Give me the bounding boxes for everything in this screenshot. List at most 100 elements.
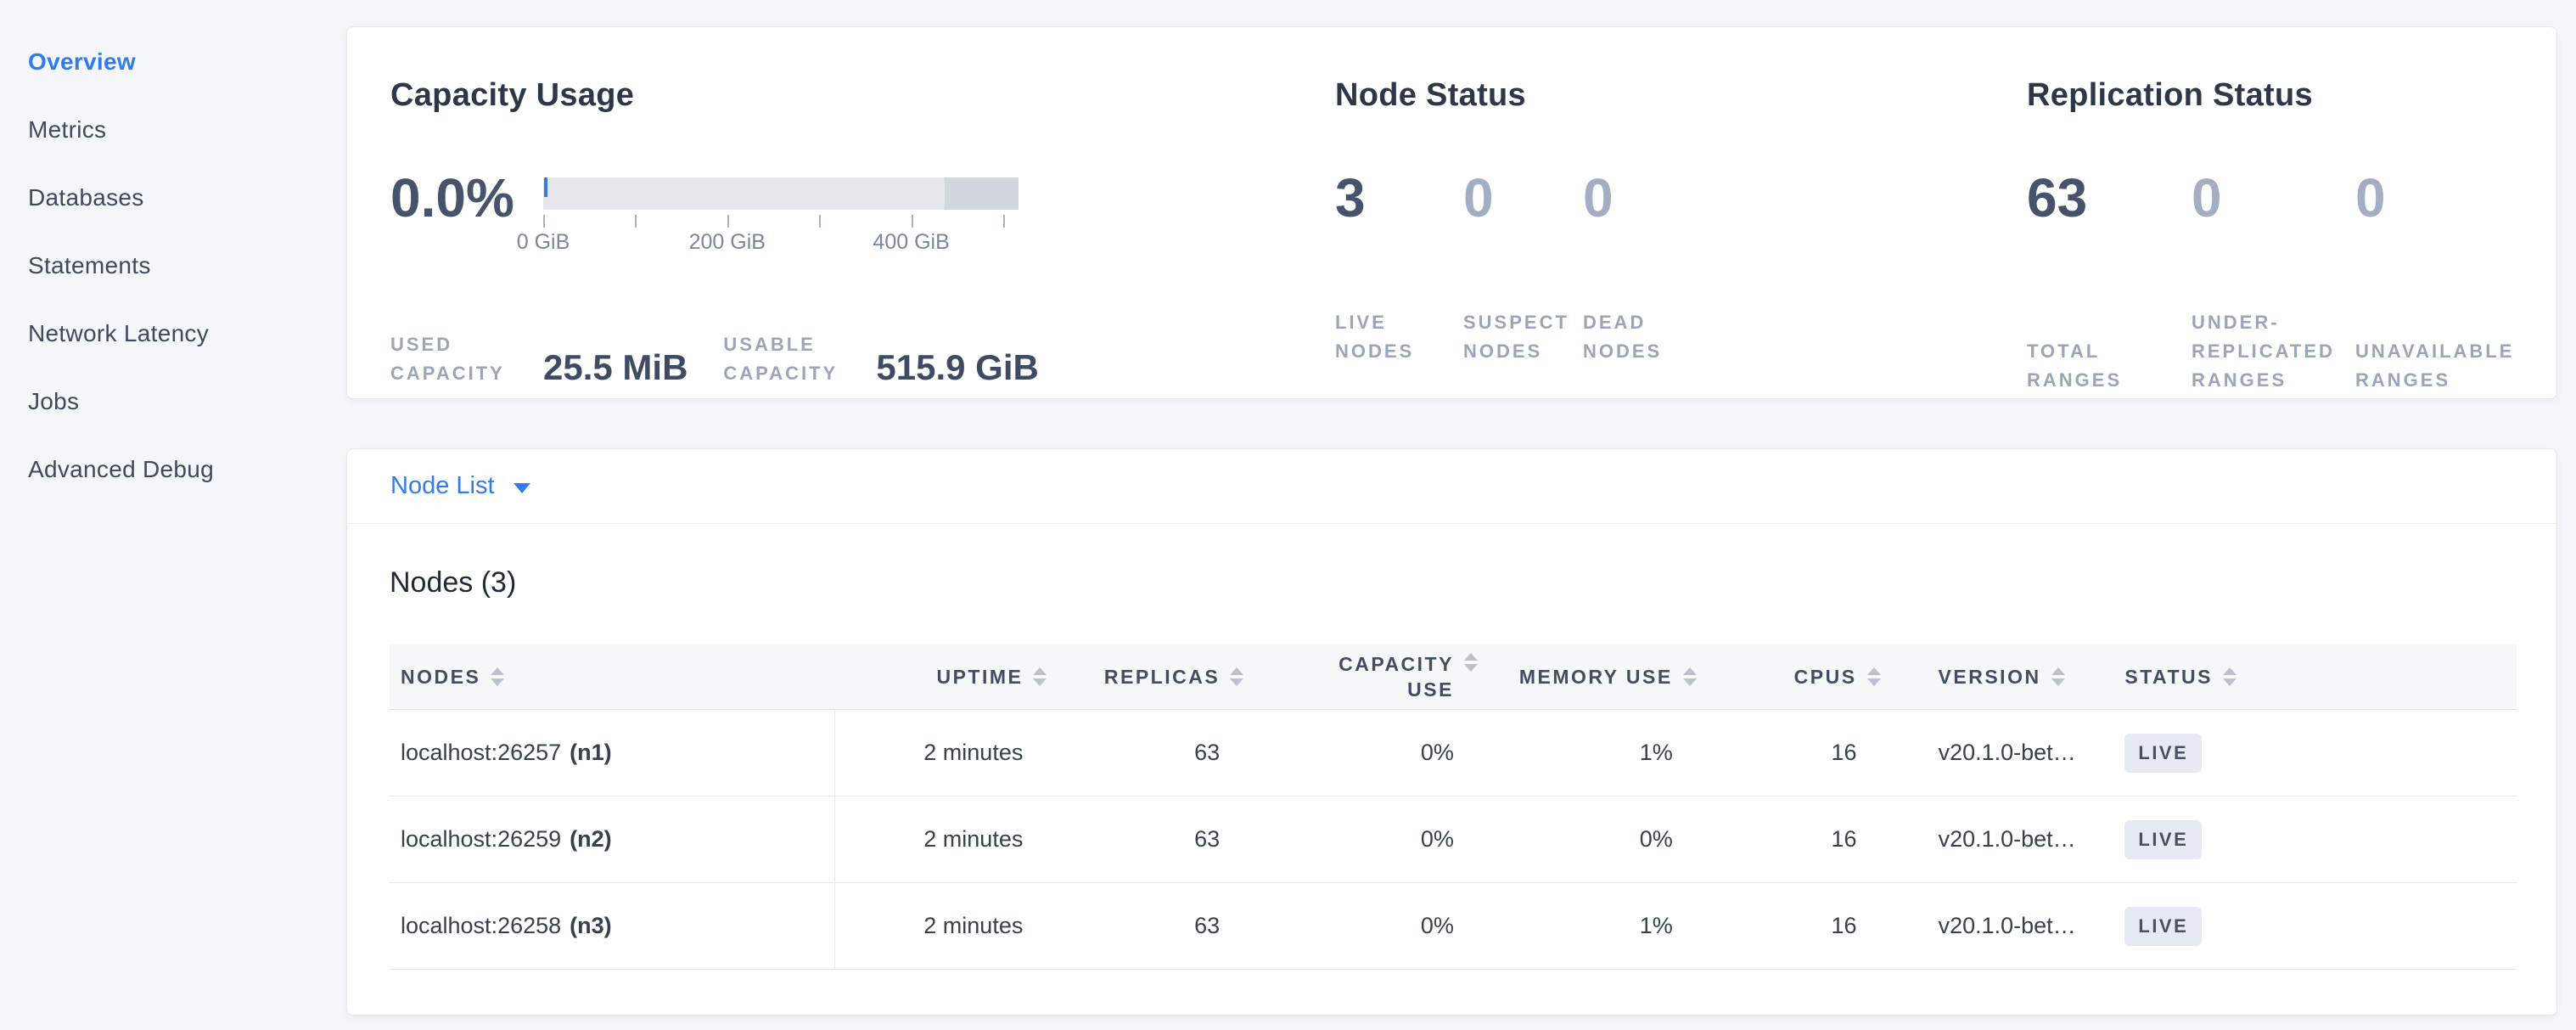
column-header-replicas[interactable]: REPLICAS	[1047, 644, 1243, 709]
node-address-cell: localhost:26259 (n2)	[390, 796, 835, 882]
status-badge: LIVE	[2124, 907, 2202, 946]
nodes-table: NODES UPTIME REPLICAS CAPACITY USE	[390, 644, 2517, 970]
sort-icon	[1230, 667, 1243, 686]
capacity-use-cell: 0%	[1243, 883, 1478, 969]
version-cell: v20.1.0-bet…	[1881, 796, 2112, 882]
uptime-cell: 2 minutes	[835, 883, 1047, 969]
under-replicated-ranges-label: UNDER-REPLICATED RANGES	[2192, 308, 2355, 395]
sort-icon	[2051, 667, 2065, 686]
sidebar-item-label: Databases	[28, 184, 144, 211]
sidebar-item-label: Overview	[28, 48, 136, 76]
sort-icon	[1683, 667, 1697, 686]
sidebar-item-overview[interactable]: Overview	[0, 28, 340, 96]
replicas-cell: 63	[1047, 796, 1243, 882]
nodes-table-title: Nodes (3)	[390, 566, 2517, 599]
section-title: Capacity Usage	[390, 76, 1335, 115]
sidebar-item-label: Jobs	[28, 388, 79, 415]
sidebar-item-metrics[interactable]: Metrics	[0, 96, 340, 164]
status-badge: LIVE	[2124, 820, 2202, 859]
version-cell: v20.1.0-bet…	[1881, 710, 2112, 796]
memory-use-cell: 1%	[1478, 883, 1697, 969]
view-selector-bar: Node List	[347, 449, 2556, 524]
sidebar-item-label: Statements	[28, 252, 151, 279]
section-title: Node Status	[1335, 76, 2027, 115]
gauge-used-marker	[544, 177, 547, 197]
unavailable-ranges-count: 0	[2355, 164, 2525, 232]
status-cell: LIVE	[2111, 796, 2517, 882]
node-list-dropdown[interactable]: Node List	[390, 472, 530, 500]
dead-nodes-count: 0	[1583, 164, 1727, 232]
status-badge: LIVE	[2124, 734, 2202, 773]
node-id: (n2)	[570, 826, 612, 853]
column-header-cpus[interactable]: CPUS	[1697, 644, 1881, 709]
gauge-reserved-segment	[945, 177, 1019, 210]
column-header-memory-use[interactable]: MEMORY USE	[1478, 644, 1697, 709]
used-capacity-label: USED CAPACITY	[390, 330, 531, 388]
sidebar-item-label: Advanced Debug	[28, 456, 214, 483]
cpus-cell: 16	[1697, 883, 1881, 969]
total-ranges-count: 63	[2027, 164, 2192, 232]
replicas-cell: 63	[1047, 710, 1243, 796]
usable-capacity-label: USABLE CAPACITY	[723, 330, 864, 388]
suspect-nodes-count: 0	[1463, 164, 1583, 232]
memory-use-cell: 0%	[1478, 796, 1697, 882]
live-nodes-count: 3	[1335, 164, 1463, 232]
table-row-node-2[interactable]: localhost:26259 (n2) 2 minutes 63 0% 0% …	[390, 796, 2517, 883]
column-header-capacity-use[interactable]: CAPACITY USE	[1243, 644, 1478, 709]
gauge-track	[543, 177, 1019, 210]
sidebar-nav: Overview Metrics Databases Statements Ne…	[0, 26, 340, 504]
node-address-cell: localhost:26258 (n3)	[390, 883, 835, 969]
node-status-section: Node Status 3 0 0 LIVE NODES SUSPECT NOD…	[1335, 76, 2027, 398]
gauge-axis-label: 400 GiB	[873, 230, 949, 255]
sort-icon	[491, 667, 504, 686]
total-ranges-label: TOTAL RANGES	[2027, 337, 2192, 395]
uptime-cell: 2 minutes	[835, 710, 1047, 796]
version-cell: v20.1.0-bet…	[1881, 883, 2112, 969]
dead-nodes-label: DEAD NODES	[1583, 308, 1727, 366]
gauge-axis-label: 200 GiB	[689, 230, 766, 255]
column-header-nodes[interactable]: NODES	[390, 644, 835, 709]
gauge-axis-label: 0 GiB	[517, 230, 570, 255]
status-cell: LIVE	[2111, 710, 2517, 796]
section-title: Replication Status	[2027, 76, 2556, 115]
node-address-cell: localhost:26257 (n1)	[390, 710, 835, 796]
column-header-status[interactable]: STATUS	[2111, 644, 2517, 709]
sidebar-item-advanced-debug[interactable]: Advanced Debug	[0, 436, 340, 504]
sidebar-item-label: Metrics	[28, 116, 106, 144]
suspect-nodes-label: SUSPECT NODES	[1463, 308, 1583, 366]
gauge-axis-labels: 0 GiB 200 GiB 400 GiB	[543, 228, 1019, 254]
node-id: (n1)	[570, 740, 612, 766]
sidebar-item-network-latency[interactable]: Network Latency	[0, 300, 340, 368]
memory-use-cell: 1%	[1478, 710, 1697, 796]
node-list-card: Node List Nodes (3) NODES UPTIME	[346, 448, 2557, 1016]
sidebar-item-jobs[interactable]: Jobs	[0, 368, 340, 436]
uptime-cell: 2 minutes	[835, 796, 1047, 882]
table-header-row: NODES UPTIME REPLICAS CAPACITY USE	[390, 644, 2517, 710]
cluster-summary-panel: Capacity Usage 0.0% 0 GiB 200 GiB	[346, 26, 2557, 399]
replication-status-section: Replication Status 63 0 0 TOTAL RANGES U…	[2027, 76, 2556, 398]
cpus-cell: 16	[1697, 710, 1881, 796]
node-id: (n3)	[570, 913, 612, 939]
sidebar-item-statements[interactable]: Statements	[0, 232, 340, 300]
capacity-use-cell: 0%	[1243, 796, 1478, 882]
replicas-cell: 63	[1047, 883, 1243, 969]
capacity-use-cell: 0%	[1243, 710, 1478, 796]
chevron-down-icon	[514, 483, 530, 493]
node-list-dropdown-label: Node List	[390, 472, 495, 500]
column-header-uptime[interactable]: UPTIME	[835, 644, 1047, 709]
table-row-node-3[interactable]: localhost:26258 (n3) 2 minutes 63 0% 1% …	[390, 883, 2517, 970]
under-replicated-ranges-count: 0	[2192, 164, 2355, 232]
usable-capacity-value: 515.9 GiB	[876, 349, 1038, 386]
cpus-cell: 16	[1697, 796, 1881, 882]
table-row-node-1[interactable]: localhost:26257 (n1) 2 minutes 63 0% 1% …	[390, 710, 2517, 796]
nodes-section: Nodes (3) NODES UPTIME REPLICAS	[347, 566, 2556, 970]
column-header-version[interactable]: VERSION	[1881, 644, 2112, 709]
sort-icon	[1033, 667, 1047, 686]
used-capacity-value: 25.5 MiB	[543, 349, 687, 386]
sort-icon	[2223, 667, 2236, 686]
sidebar-item-databases[interactable]: Databases	[0, 164, 340, 232]
live-nodes-label: LIVE NODES	[1335, 308, 1463, 366]
main-content: Capacity Usage 0.0% 0 GiB 200 GiB	[346, 26, 2557, 1016]
capacity-usage-section: Capacity Usage 0.0% 0 GiB 200 GiB	[390, 76, 1335, 398]
capacity-gauge: 0 GiB 200 GiB 400 GiB	[543, 177, 1019, 254]
